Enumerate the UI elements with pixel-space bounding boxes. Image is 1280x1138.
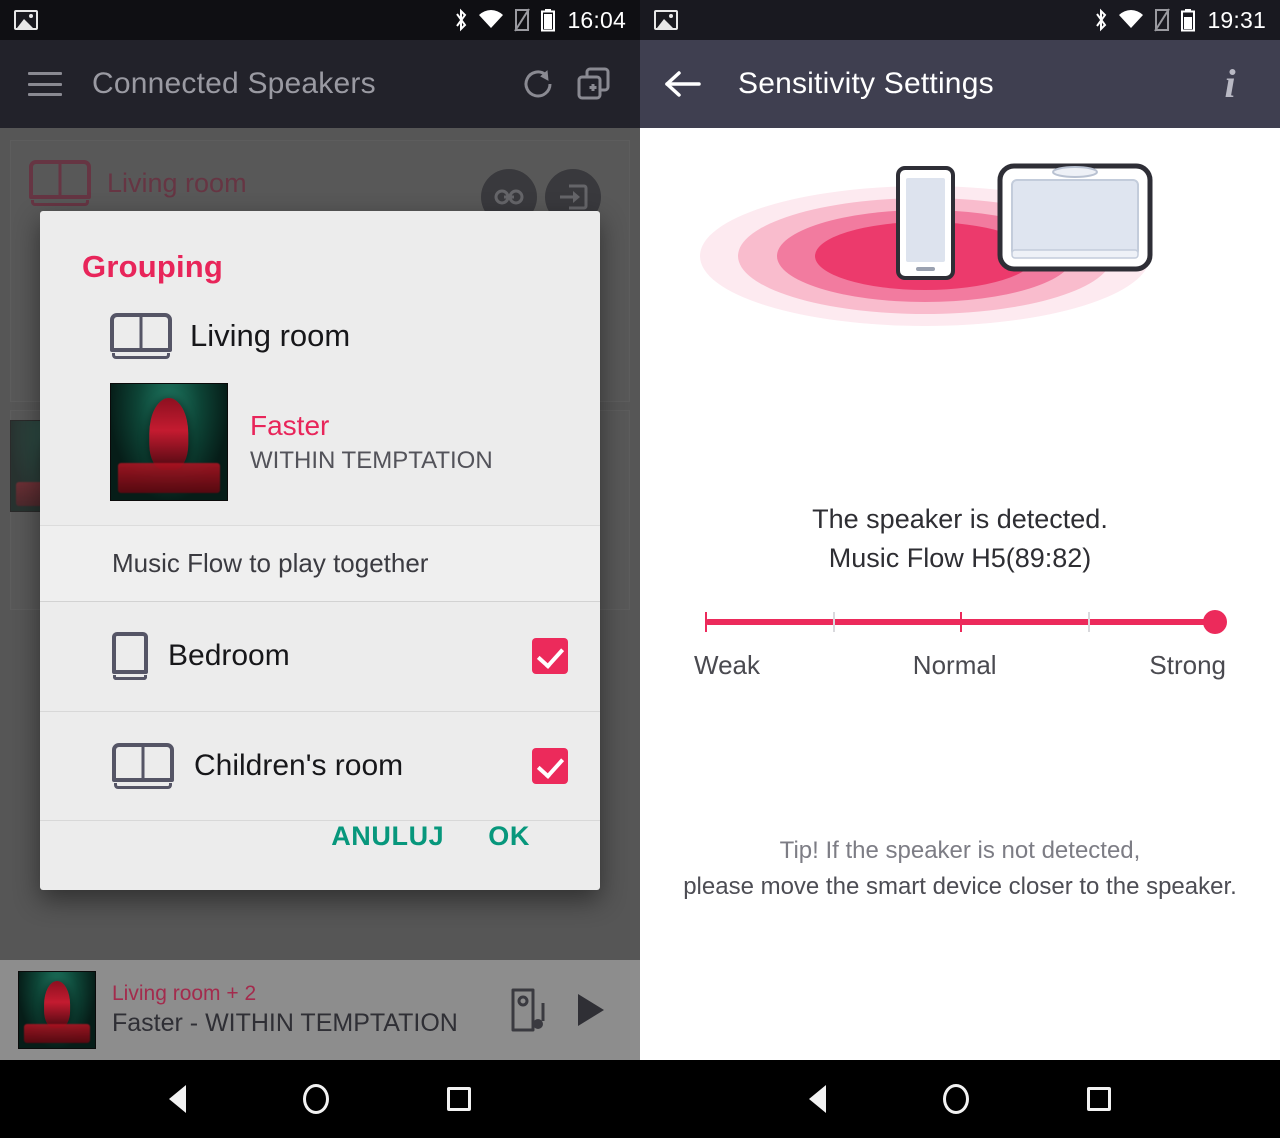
dialog-master-device: Living room bbox=[40, 285, 600, 359]
status-time-right: 19:31 bbox=[1207, 6, 1266, 33]
track-title: Faster bbox=[250, 409, 330, 441]
play-icon[interactable] bbox=[560, 979, 622, 1041]
status-time-left: 16:04 bbox=[567, 6, 626, 33]
slider-label-normal: Normal bbox=[912, 650, 997, 680]
nav-home-icon[interactable] bbox=[943, 1084, 970, 1114]
slider-tick-2 bbox=[960, 612, 962, 632]
app-bar-right: Sensitivity Settings i bbox=[640, 40, 1280, 128]
speaker-tall-icon bbox=[112, 632, 148, 681]
now-playing-track: Faster - WITHIN TEMPTATION bbox=[112, 1008, 458, 1037]
dialog-title: Grouping bbox=[82, 249, 224, 284]
dialog-now-playing-track: Faster WITHIN TEMPTATION bbox=[40, 359, 600, 526]
music-flow-speaker-icon bbox=[997, 163, 1153, 272]
left-phone-screen: Living room bbox=[0, 0, 640, 1060]
add-group-icon[interactable] bbox=[566, 56, 622, 112]
now-playing-bar[interactable]: Living room + 2 Faster - WITHIN TEMPTATI… bbox=[0, 960, 640, 1060]
bluetooth-icon bbox=[456, 8, 467, 32]
tip-line2: please move the smart device closer to t… bbox=[683, 873, 1237, 900]
slider-tick-1 bbox=[832, 612, 835, 632]
sim-off-icon bbox=[1154, 8, 1171, 32]
grouping-dialog: Grouping Living room Faster WITHIN TEMPT… bbox=[40, 211, 600, 890]
status-bar-right: 19:31 bbox=[640, 0, 1280, 40]
photo-icon bbox=[14, 10, 38, 30]
slider-tick-0 bbox=[705, 612, 707, 632]
nav-bar-left bbox=[0, 1060, 640, 1138]
nav-bar-right bbox=[640, 1060, 1280, 1138]
sim-off-icon bbox=[514, 8, 531, 32]
page-title: Connected Speakers bbox=[92, 67, 376, 100]
bluetooth-icon bbox=[1096, 8, 1107, 32]
slider-label-strong: Strong bbox=[1149, 650, 1226, 680]
album-art bbox=[110, 383, 228, 501]
photo-icon bbox=[654, 10, 678, 30]
track-artist: WITHIN TEMPTATION bbox=[250, 446, 493, 474]
dialog-actions: ANULUJ OK bbox=[40, 821, 600, 890]
status-bar-left: 16:04 bbox=[0, 0, 640, 40]
speaker-wide-icon bbox=[112, 742, 174, 789]
menu-icon[interactable] bbox=[28, 72, 62, 96]
android-nav-bar bbox=[0, 1060, 1280, 1138]
now-playing-room: Living room + 2 bbox=[112, 981, 257, 1005]
sensitivity-slider[interactable] bbox=[705, 600, 1227, 644]
info-icon[interactable]: i bbox=[1202, 56, 1258, 112]
slider-tick-3 bbox=[1087, 612, 1090, 632]
list-item-label: Children's room bbox=[194, 748, 404, 782]
dialog-section-header: Music Flow to play together bbox=[40, 526, 600, 602]
refresh-icon[interactable] bbox=[510, 56, 566, 112]
nav-back-icon[interactable] bbox=[808, 1085, 826, 1113]
detection-status-line2: Music Flow H5(89:82) bbox=[828, 543, 1092, 574]
detection-status: The speaker is detected. Music Flow H5(8… bbox=[640, 500, 1280, 578]
dialog-master-device-name: Living room bbox=[190, 318, 351, 353]
cancel-button[interactable]: ANULUJ bbox=[331, 821, 444, 852]
slider-label-weak: Weak bbox=[694, 650, 760, 680]
battery-icon bbox=[1181, 9, 1196, 32]
checkbox-childrens-room[interactable] bbox=[532, 747, 568, 784]
wifi-icon bbox=[479, 10, 504, 28]
wifi-icon bbox=[1119, 10, 1144, 28]
checkbox-bedroom[interactable] bbox=[532, 638, 568, 675]
tip-line1: Tip! If the speaker is not detected, bbox=[779, 837, 1141, 864]
detection-illustration bbox=[640, 128, 1280, 458]
speaker-wide-icon bbox=[110, 313, 172, 359]
dual-screenshot: Living room bbox=[0, 0, 1280, 1138]
list-item[interactable]: Bedroom bbox=[40, 602, 600, 712]
device-music-icon[interactable] bbox=[498, 979, 560, 1041]
sensitivity-slider-group: Weak Normal Strong bbox=[640, 600, 1280, 681]
right-phone-screen: The speaker is detected. Music Flow H5(8… bbox=[640, 0, 1280, 1060]
back-arrow-icon[interactable] bbox=[654, 56, 710, 112]
tip-text: Tip! If the speaker is not detected, ple… bbox=[640, 833, 1280, 905]
list-item-label: Bedroom bbox=[168, 639, 290, 673]
list-item[interactable]: Children's room bbox=[40, 712, 600, 821]
slider-thumb[interactable] bbox=[1203, 610, 1227, 634]
nav-home-icon[interactable] bbox=[303, 1084, 330, 1114]
nav-recents-icon[interactable] bbox=[447, 1087, 472, 1111]
slider-labels: Weak Normal Strong bbox=[694, 650, 1226, 681]
nav-recents-icon[interactable] bbox=[1087, 1087, 1112, 1111]
nav-back-icon[interactable] bbox=[168, 1085, 186, 1113]
app-bar-left: Connected Speakers bbox=[0, 40, 640, 128]
album-art bbox=[18, 971, 96, 1049]
smartphone-icon bbox=[896, 166, 955, 280]
battery-icon bbox=[541, 9, 556, 32]
page-title: Sensitivity Settings bbox=[738, 67, 994, 100]
ok-button[interactable]: OK bbox=[488, 821, 530, 852]
detection-status-line1: The speaker is detected. bbox=[812, 504, 1108, 534]
